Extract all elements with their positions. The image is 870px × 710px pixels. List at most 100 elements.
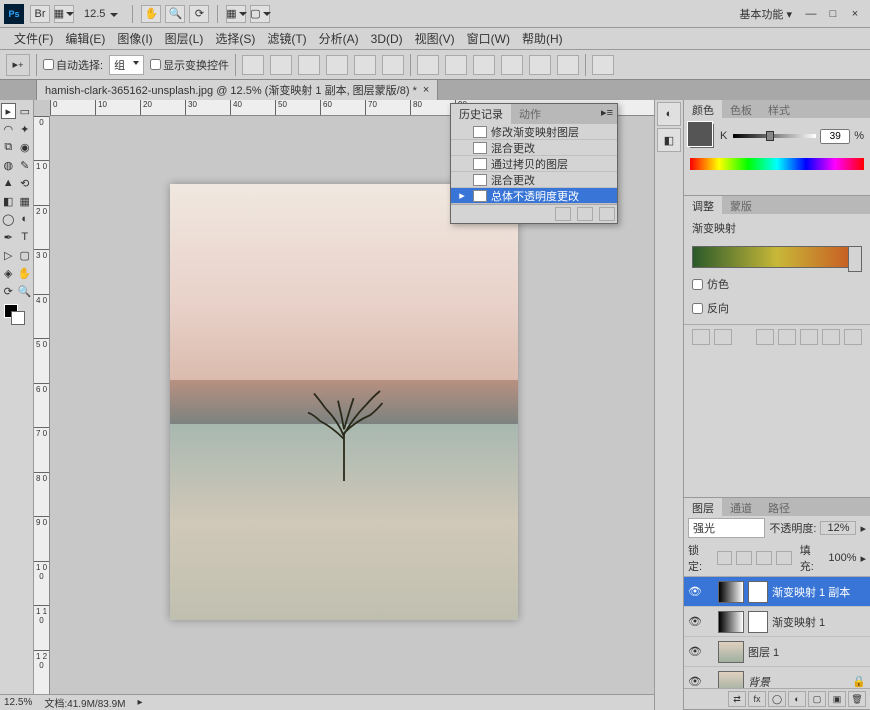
zoom-tool-button[interactable]: 🔍 xyxy=(165,5,185,23)
path-tool[interactable]: ▷ xyxy=(1,247,16,263)
stamp-tool[interactable]: ▲ xyxy=(1,175,16,191)
layer-row[interactable]: 👁渐变映射 1 xyxy=(684,607,870,637)
layer-thumbnail[interactable] xyxy=(718,611,744,633)
lock-pixels-button[interactable] xyxy=(736,551,752,565)
channels-tab[interactable]: 通道 xyxy=(722,498,760,516)
align-button-1[interactable] xyxy=(242,55,264,75)
foreground-swatch[interactable] xyxy=(4,304,18,318)
layer-mask-thumbnail[interactable] xyxy=(748,581,768,603)
document-tab[interactable]: hamish-clark-365162-unsplash.jpg @ 12.5%… xyxy=(36,79,438,100)
layer-thumbnail[interactable] xyxy=(718,581,744,603)
auto-select-target[interactable]: 组 xyxy=(109,55,144,75)
opacity-input[interactable]: 12% xyxy=(820,521,856,535)
status-doc-size[interactable]: 文档:41.9M/83.9M xyxy=(44,695,125,710)
blend-mode-select[interactable]: 强光 xyxy=(688,518,765,538)
type-tool[interactable]: T xyxy=(18,229,33,245)
adjustments-tab[interactable]: 调整 xyxy=(684,196,722,214)
distribute-button-5[interactable] xyxy=(529,55,551,75)
layer-mask-thumbnail[interactable] xyxy=(748,611,768,633)
align-button-3[interactable] xyxy=(298,55,320,75)
auto-select-checkbox[interactable]: 自动选择: xyxy=(43,57,103,73)
workspace-selector[interactable]: 基本功能 ▾ xyxy=(739,6,792,22)
layer-thumbnail[interactable] xyxy=(718,641,744,663)
masks-tab[interactable]: 蒙版 xyxy=(722,196,760,214)
document-canvas[interactable] xyxy=(170,184,518,620)
move-tool[interactable]: ▸ xyxy=(1,103,16,119)
menu-3DD[interactable]: 3D(D) xyxy=(365,32,409,46)
gradient-tool[interactable]: ▦ xyxy=(18,193,33,209)
menu-滤镜T[interactable]: 滤镜(T) xyxy=(261,30,312,47)
visibility-icon[interactable]: 👁 xyxy=(688,675,702,688)
menu-窗口W[interactable]: 窗口(W) xyxy=(461,30,516,47)
hand-tool[interactable]: ✋ xyxy=(18,265,33,281)
swatches-tab[interactable]: 色板 xyxy=(722,100,760,118)
lock-all-button[interactable] xyxy=(776,551,792,565)
align-button-2[interactable] xyxy=(270,55,292,75)
new-layer-button[interactable]: ▣ xyxy=(828,691,846,707)
hand-tool-button[interactable]: ✋ xyxy=(141,5,161,23)
lock-position-button[interactable] xyxy=(756,551,772,565)
styles-tab[interactable]: 样式 xyxy=(760,100,798,118)
history-item[interactable]: ▸总体不透明度更改 xyxy=(451,188,617,204)
align-button-6[interactable] xyxy=(382,55,404,75)
menu-分析A[interactable]: 分析(A) xyxy=(313,30,365,47)
adjust-icon-5[interactable] xyxy=(800,329,818,345)
adjust-icon-4[interactable] xyxy=(778,329,796,345)
k-value-input[interactable] xyxy=(820,129,850,144)
eyedrop-tool[interactable]: ◉ xyxy=(18,139,33,155)
fill-input[interactable]: 100% xyxy=(828,552,856,564)
adjust-icon-7[interactable] xyxy=(844,329,862,345)
adjust-icon-6[interactable] xyxy=(822,329,840,345)
history-item[interactable]: 混合更改 xyxy=(451,172,617,188)
adjust-icon-2[interactable] xyxy=(714,329,732,345)
adjust-icon-3[interactable] xyxy=(756,329,774,345)
3d-tool[interactable]: ◈ xyxy=(1,265,16,281)
arrange-button[interactable]: ▦ xyxy=(226,5,246,23)
eraser-tool[interactable]: ◧ xyxy=(1,193,16,209)
close-tab-button[interactable]: × xyxy=(423,84,429,96)
paths-tab[interactable]: 路径 xyxy=(760,498,798,516)
background-swatch[interactable] xyxy=(11,311,25,325)
dodge-tool[interactable]: ◐ xyxy=(18,211,33,227)
collapsed-panel-icon-2[interactable]: ◧ xyxy=(657,128,681,152)
align-button-5[interactable] xyxy=(354,55,376,75)
collapsed-panel-icon-1[interactable]: ◐ xyxy=(657,102,681,126)
layer-row[interactable]: 👁背景🔒 xyxy=(684,667,870,688)
color-spectrum[interactable] xyxy=(690,158,864,170)
layer-thumbnail[interactable] xyxy=(718,671,744,689)
blur-tool[interactable]: ◯ xyxy=(1,211,16,227)
gradient-map-bar[interactable] xyxy=(692,246,862,268)
history-brush-tool[interactable]: ⟲ xyxy=(18,175,33,191)
history-item[interactable]: 混合更改 xyxy=(451,140,617,156)
distribute-button-4[interactable] xyxy=(501,55,523,75)
zoom-display[interactable]: 12.5 xyxy=(84,8,118,20)
distribute-button-3[interactable] xyxy=(473,55,495,75)
rotate-view-button[interactable]: ⟳ xyxy=(189,5,209,23)
status-flyout[interactable]: ▸ xyxy=(138,697,143,708)
layer-row[interactable]: 👁渐变映射 1 副本 xyxy=(684,577,870,607)
menu-选择S[interactable]: 选择(S) xyxy=(209,30,261,47)
layer-group-button[interactable]: ▢ xyxy=(808,691,826,707)
panel-menu-icon[interactable]: ▸≡ xyxy=(597,104,617,124)
color-swatch[interactable] xyxy=(690,124,714,148)
pen-tool[interactable]: ✒ xyxy=(1,229,16,245)
wand-tool[interactable]: ✦ xyxy=(18,121,33,137)
visibility-icon[interactable]: 👁 xyxy=(688,585,702,598)
mini-bridge-button[interactable]: ▦ xyxy=(54,5,74,23)
menu-编辑E[interactable]: 编辑(E) xyxy=(59,30,111,47)
screen-mode-button[interactable]: ▢ xyxy=(250,5,270,23)
minimize-button[interactable]: — xyxy=(802,5,820,23)
history-tab[interactable]: 历史记录 xyxy=(451,104,511,124)
current-tool-icon[interactable]: ▸+ xyxy=(6,54,30,76)
opacity-flyout[interactable]: ▸ xyxy=(860,522,866,535)
reverse-checkbox[interactable]: 反向 xyxy=(684,296,870,320)
delete-layer-button[interactable]: 🗑 xyxy=(848,691,866,707)
color-tab[interactable]: 颜色 xyxy=(684,100,722,118)
shape-tool[interactable]: ▢ xyxy=(18,247,33,263)
history-item[interactable]: 通过拷贝的图层 xyxy=(451,156,617,172)
rotate-tool[interactable]: ⟳ xyxy=(1,283,16,299)
align-button-4[interactable] xyxy=(326,55,348,75)
actions-tab[interactable]: 动作 xyxy=(511,104,549,124)
lock-transparency-button[interactable] xyxy=(717,551,733,565)
history-new-button[interactable] xyxy=(577,207,593,221)
